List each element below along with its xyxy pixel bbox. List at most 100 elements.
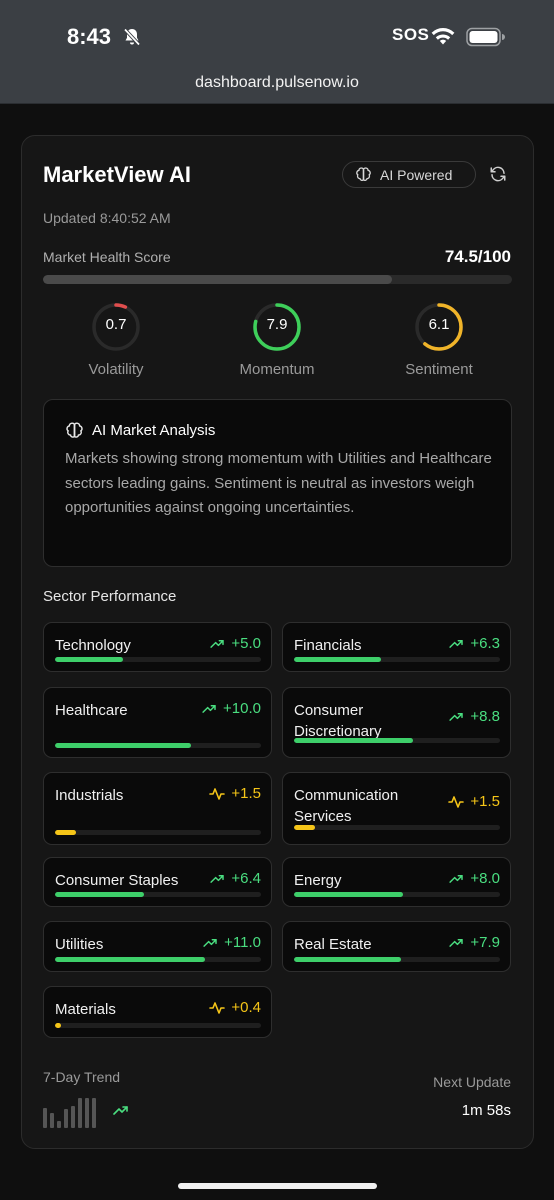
sector-tile-communication-services[interactable]: Communication Services +1.5 [282,772,511,845]
sector-bar [55,743,261,748]
trend-sparkbars [43,1095,105,1128]
sector-bar-fill [294,825,315,830]
trending-up-icon [210,638,225,649]
trend-bar [50,1113,54,1128]
trending-up-icon [449,638,464,649]
sector-performance-title: Sector Performance [43,588,177,605]
sector-bar-fill [55,657,123,662]
sector-bar-fill [294,957,402,962]
sector-bar [294,825,500,830]
activity-icon [209,1001,226,1015]
market-health-bar [43,275,512,284]
market-health-label: Market Health Score [43,249,171,265]
sector-bar [294,657,500,662]
sector-tile-consumer-staples[interactable]: Consumer Staples +6.4 [43,857,272,907]
volatility-gauge: 0.7 Volatility [36,302,196,378]
trending-up-icon [210,873,225,884]
sector-name: Healthcare [55,702,128,719]
sector-tile-industrials[interactable]: Industrials +1.5 [43,772,272,845]
sector-tile-technology[interactable]: Technology +5.0 [43,622,272,672]
page-title: MarketView AI [43,162,191,187]
dashboard-card: MarketView AI AI Powered Updated 8:40:52… [21,135,534,1149]
sector-tile-materials[interactable]: Materials +0.4 [43,986,272,1038]
sentiment-value: 6.1 [428,316,450,333]
sector-name: Technology [55,637,131,654]
sector-bar-fill [294,738,414,743]
trending-up-icon [202,703,217,714]
sector-tile-real-estate[interactable]: Real Estate +7.9 [282,921,511,972]
sector-change-value: +6.3 [470,635,500,652]
trend-bar [85,1097,89,1128]
sector-bar-fill [294,657,381,662]
sector-change-value: +11.0 [224,934,261,951]
trend-bar [78,1097,82,1128]
activity-icon [209,787,226,801]
sector-tile-financials[interactable]: Financials +6.3 [282,622,511,672]
home-indicator [178,1183,377,1189]
sector-change: +6.4 [210,870,261,887]
sector-change: +7.9 [449,934,500,951]
sector-name: Industrials [55,787,124,804]
sector-bar [55,1023,261,1028]
sector-bar-fill [55,830,76,835]
sector-name: Financials [294,637,362,654]
sector-bar-fill [55,957,206,962]
status-bar: 8:43 SOS [0,0,554,62]
next-update-countdown: 1m 58s [461,1102,511,1119]
sector-bar-fill [55,1023,62,1028]
ai-powered-badge: AI Powered [342,161,476,188]
sector-change-value: +6.4 [231,870,261,887]
sector-change: +11.0 [203,934,261,951]
trend-label: 7-Day Trend [43,1069,121,1085]
market-health-bar-fill [43,275,393,284]
trending-up-icon [203,937,218,948]
sector-name: Utilities [55,936,104,953]
sos-indicator: SOS [392,25,430,44]
sector-change-value: +0.4 [231,999,261,1016]
trend-bar [64,1108,68,1128]
sector-change-value: +1.5 [231,785,261,802]
sector-change: +5.0 [210,635,261,652]
trend-bar [92,1097,96,1128]
sector-name: Materials [55,1001,116,1018]
sector-name: Real Estate [294,936,372,953]
sector-bar [55,830,261,835]
market-health-value: 74.5/100 [444,247,511,266]
trending-up-icon [449,937,464,948]
sector-tile-utilities[interactable]: Utilities +11.0 [43,921,272,972]
sector-bar [294,892,500,897]
ai-analysis-text: Markets showing strong momentum with Uti… [65,450,492,516]
sector-change-value: +5.0 [231,635,261,652]
ai-analysis-title: AI Market Analysis [92,422,216,439]
sector-tile-energy[interactable]: Energy +8.0 [282,857,511,907]
brain-icon [356,167,371,181]
sector-bar [294,738,500,743]
sector-name: Communication Services [294,787,399,825]
sector-change-value: +10.0 [223,700,261,717]
sector-name: Consumer Discretionary [294,702,382,740]
clock: 8:43 [67,24,112,49]
trend-bar [57,1121,61,1128]
trend-bar [71,1105,75,1128]
volatility-label: Volatility [88,361,144,378]
refresh-icon[interactable] [489,165,507,183]
sector-bar [294,957,500,962]
sector-bar [55,657,261,662]
bell-muted-icon [123,28,141,46]
sector-name: Consumer Staples [55,872,179,889]
sector-change-value: +1.5 [470,793,500,810]
battery-icon [466,27,505,47]
sentiment-gauge: 6.1 Sentiment [359,302,519,378]
sector-change-value: +8.0 [470,870,500,887]
wifi-icon [431,28,455,45]
next-update-label: Next Update [433,1074,511,1090]
sector-change-value: +7.9 [470,934,500,951]
address-bar[interactable]: dashboard.pulsenow.io [0,62,554,104]
sector-bar-fill [55,743,191,748]
last-updated: Updated 8:40:52 AM [43,210,171,226]
ai-analysis-header: AI Market Analysis [65,421,215,440]
volatility-value: 0.7 [105,316,127,333]
sector-tile-healthcare[interactable]: Healthcare +10.0 [43,687,272,758]
trending-up-icon [113,1106,128,1115]
sector-tile-consumer-discretionary[interactable]: Consumer Discretionary +8.8 [282,687,511,758]
